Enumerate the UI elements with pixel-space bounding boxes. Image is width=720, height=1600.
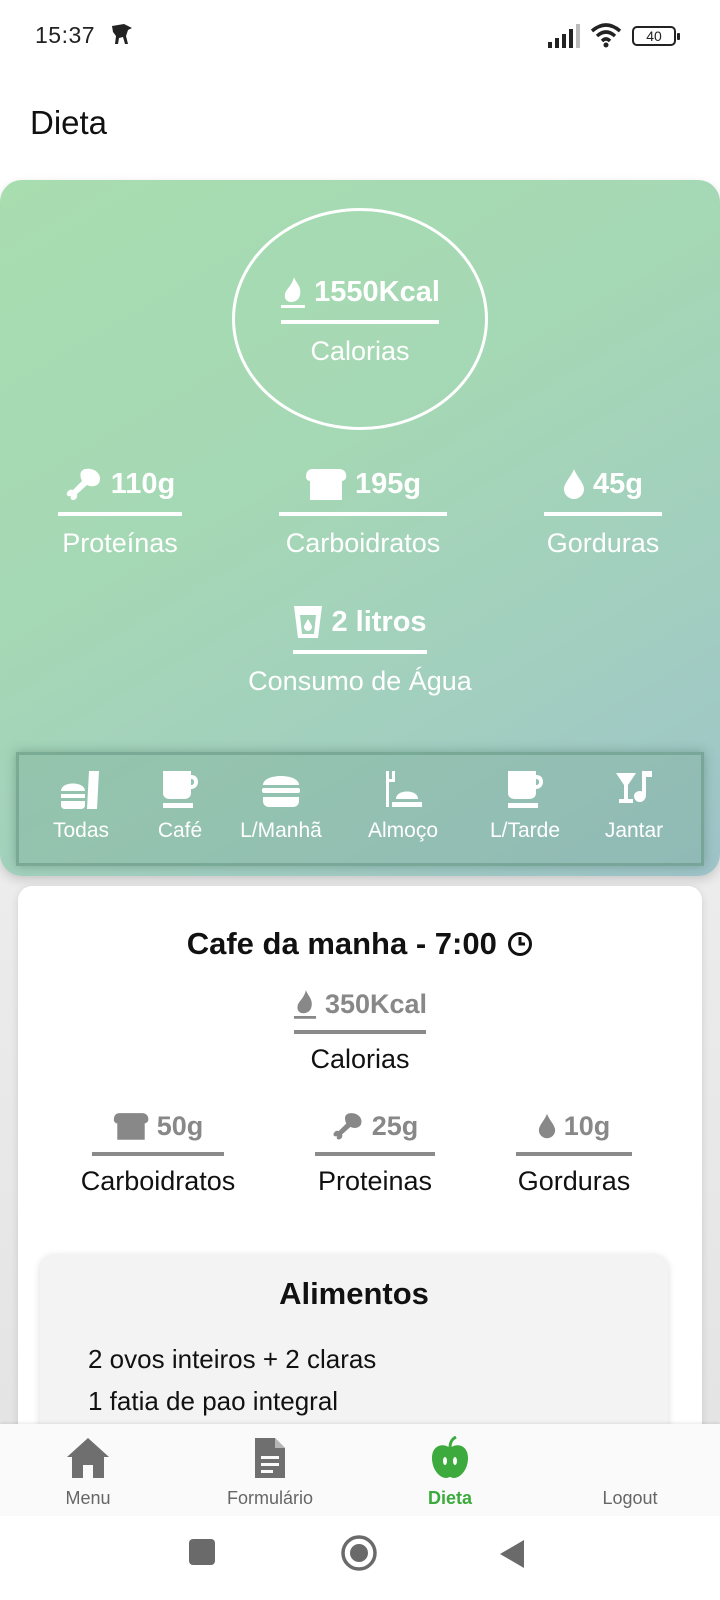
foods-title: Alimentos xyxy=(279,1276,429,1311)
meal-card: Cafe da manha - 7:00 350Kcal Calorias 50… xyxy=(18,886,702,1454)
apple-icon xyxy=(432,1436,468,1478)
meal-calories-stat: 350Kcal Calorias xyxy=(268,986,452,1075)
meal-calories-label: Calorias xyxy=(310,1044,410,1074)
food-item: 1 fatia de pao integral xyxy=(88,1386,339,1416)
bread-icon xyxy=(305,469,347,500)
dinner-icon xyxy=(386,771,422,807)
filter-lanche-manha[interactable]: L/Manhã xyxy=(233,769,329,843)
flame-icon xyxy=(293,990,317,1019)
nav-label: Logout xyxy=(602,1488,658,1508)
home-icon xyxy=(67,1438,109,1478)
filter-todas[interactable]: Todas xyxy=(39,769,123,843)
nav-label: Menu xyxy=(65,1488,111,1508)
meal-filter-bar: Todas Café L/Manhã Almoço L/Tarde Jantar xyxy=(16,752,704,866)
protein-stat: 110g Proteínas xyxy=(40,464,200,559)
signal-icon xyxy=(548,24,580,48)
meal-title: Cafe da manha - 7:00 xyxy=(186,926,497,961)
meal-carbs-value: 50g xyxy=(156,1110,204,1141)
nav-label: Dieta xyxy=(427,1488,472,1508)
stat-divider xyxy=(279,512,447,516)
stat-divider xyxy=(92,1152,224,1156)
system-navigation-bar xyxy=(0,1516,720,1600)
stat-divider xyxy=(544,512,662,516)
total-calories-value: 1550Kcal xyxy=(314,275,440,308)
nav-dieta[interactable]: Dieta xyxy=(370,1436,530,1509)
recent-apps-button[interactable] xyxy=(188,1538,216,1566)
drop-icon xyxy=(538,1113,555,1139)
filter-label: L/Tarde xyxy=(489,819,561,842)
app-bar: Dieta xyxy=(0,72,720,180)
total-calories-label: Calorias xyxy=(310,336,410,366)
fat-stat: 45g Gorduras xyxy=(528,464,678,559)
stat-divider xyxy=(293,650,427,654)
fat-value: 45g xyxy=(593,467,643,500)
stat-divider xyxy=(281,320,439,324)
cup-icon xyxy=(508,771,543,808)
home-button[interactable] xyxy=(340,1534,378,1572)
battery-icon: 40 xyxy=(632,26,680,46)
stat-divider xyxy=(58,512,182,516)
drumstick-icon xyxy=(333,1113,362,1140)
clock-icon xyxy=(508,932,533,956)
meal-fat-stat: 10g Gorduras xyxy=(496,1108,652,1197)
filter-label: Café xyxy=(157,819,203,842)
bread-icon xyxy=(113,1113,149,1140)
meal-protein-label: Proteinas xyxy=(317,1166,433,1196)
filter-label: Todas xyxy=(52,819,110,842)
status-bar: 15:37 40 xyxy=(0,0,720,72)
carbs-value: 195g xyxy=(354,467,422,500)
battery-level: 40 xyxy=(646,28,662,44)
meal-title-row: Cafe da manha - 7:00 xyxy=(18,926,702,962)
carbs-stat: 195g Carboidratos xyxy=(268,464,458,559)
nav-formulario[interactable]: Formulário xyxy=(190,1436,350,1509)
logout-icon xyxy=(550,1436,710,1480)
filter-cafe[interactable]: Café xyxy=(141,769,219,843)
cup-icon xyxy=(163,771,198,808)
wifi-icon xyxy=(590,23,622,48)
meal-carbs-label: Carboidratos xyxy=(80,1166,236,1196)
fat-label: Gorduras xyxy=(546,528,660,558)
total-calories-stat: 1550Kcal Calorias xyxy=(272,272,448,367)
water-label: Consumo de Água xyxy=(248,666,472,696)
filter-lanche-tarde[interactable]: L/Tarde xyxy=(479,769,571,843)
cocktail-music-icon xyxy=(616,771,652,803)
meal-carbs-stat: 50g Carboidratos xyxy=(68,1108,248,1197)
meal-protein-value: 25g xyxy=(371,1110,419,1141)
meal-calories-value: 350Kcal xyxy=(324,988,428,1019)
meal-protein-stat: 25g Proteinas xyxy=(300,1108,450,1197)
fastfood-icon xyxy=(61,771,99,809)
water-stat: 2 litros Consumo de Água xyxy=(220,602,500,697)
dino-icon xyxy=(112,24,132,44)
protein-label: Proteínas xyxy=(62,528,178,558)
stat-divider xyxy=(516,1152,632,1156)
nav-logout[interactable]: Logout xyxy=(550,1436,710,1509)
stat-divider xyxy=(315,1152,435,1156)
water-value: 2 litros xyxy=(331,605,427,638)
filter-label: Jantar xyxy=(604,819,664,842)
back-button[interactable] xyxy=(498,1538,526,1570)
drumstick-icon xyxy=(66,468,100,500)
meal-fat-value: 10g xyxy=(563,1110,611,1141)
drop-icon xyxy=(564,469,584,499)
filter-label: L/Manhã xyxy=(240,819,322,842)
nav-label: Formulário xyxy=(226,1488,314,1508)
filter-label: Almoço xyxy=(367,819,439,842)
meal-fat-label: Gorduras xyxy=(517,1166,631,1196)
bottom-navigation: Menu Formulário Dieta Logout xyxy=(0,1424,720,1516)
flame-icon xyxy=(281,277,306,308)
protein-value: 110g xyxy=(110,467,176,500)
glass-icon xyxy=(294,606,323,638)
filter-almoco[interactable]: Almoço xyxy=(363,769,443,843)
nav-menu[interactable]: Menu xyxy=(8,1436,168,1509)
status-time: 15:37 xyxy=(35,22,96,48)
page-title: Dieta xyxy=(30,104,108,141)
food-item: 2 ovos inteiros + 2 claras xyxy=(88,1344,377,1374)
document-icon xyxy=(255,1438,285,1478)
carbs-label: Carboidratos xyxy=(285,528,441,558)
burger-icon xyxy=(262,776,300,807)
stat-divider xyxy=(294,1030,426,1034)
filter-jantar[interactable]: Jantar xyxy=(599,769,669,843)
